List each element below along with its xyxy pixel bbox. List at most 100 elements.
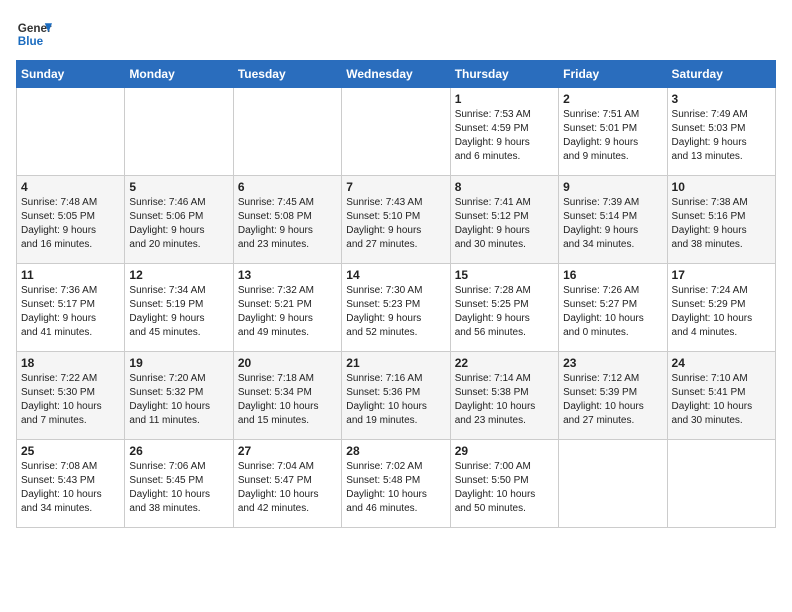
calendar-week-row: 18 Sunrise: 7:22 AM Sunset: 5:30 PM Dayli…: [17, 352, 776, 440]
day-number: 23: [563, 356, 662, 370]
svg-text:Blue: Blue: [18, 35, 44, 48]
calendar-cell: 19 Sunrise: 7:20 AM Sunset: 5:32 PM Dayli…: [125, 352, 233, 440]
calendar-cell: 9 Sunrise: 7:39 AM Sunset: 5:14 PM Daylig…: [559, 176, 667, 264]
calendar-week-row: 4 Sunrise: 7:48 AM Sunset: 5:05 PM Daylig…: [17, 176, 776, 264]
day-info: Sunrise: 7:30 AM Sunset: 5:23 PM Dayligh…: [346, 284, 445, 340]
day-header-monday: Monday: [125, 61, 233, 88]
page-header: General Blue: [16, 16, 776, 52]
day-info: Sunrise: 7:39 AM Sunset: 5:14 PM Dayligh…: [563, 196, 662, 252]
day-number: 12: [129, 268, 228, 282]
calendar-cell: [125, 88, 233, 176]
calendar-cell: 10 Sunrise: 7:38 AM Sunset: 5:16 PM Dayli…: [667, 176, 775, 264]
calendar-cell: 27Sunrise: 7:04 AM Sunset: 5:47 PM Dayli…: [233, 440, 341, 528]
day-info: Sunrise: 7:20 AM Sunset: 5:32 PM Dayligh…: [129, 372, 228, 428]
calendar-cell: 13Sunrise: 7:32 AM Sunset: 5:21 PM Dayli…: [233, 264, 341, 352]
day-number: 4: [21, 180, 120, 194]
calendar-cell: 16 Sunrise: 7:26 AM Sunset: 5:27 PM Dayli…: [559, 264, 667, 352]
day-info: Sunrise: 7:46 AM Sunset: 5:06 PM Dayligh…: [129, 196, 228, 252]
day-number: 10: [672, 180, 771, 194]
day-info: Sunrise: 7:49 AM Sunset: 5:03 PM Dayligh…: [672, 108, 771, 164]
day-number: 5: [129, 180, 228, 194]
day-number: 26: [129, 444, 228, 458]
day-info: Sunrise: 7:22 AM Sunset: 5:30 PM Dayligh…: [21, 372, 120, 428]
day-info: Sunrise: 7:08 AM Sunset: 5:43 PM Dayligh…: [21, 460, 120, 516]
calendar-cell: 18 Sunrise: 7:22 AM Sunset: 5:30 PM Dayli…: [17, 352, 125, 440]
calendar-cell: 25 Sunrise: 7:08 AM Sunset: 5:43 PM Dayli…: [17, 440, 125, 528]
day-number: 24: [672, 356, 771, 370]
day-info: Sunrise: 7:14 AM Sunset: 5:38 PM Dayligh…: [455, 372, 554, 428]
calendar-cell: 21Sunrise: 7:16 AM Sunset: 5:36 PM Dayli…: [342, 352, 450, 440]
calendar-cell: 15 Sunrise: 7:28 AM Sunset: 5:25 PM Dayli…: [450, 264, 558, 352]
day-info: Sunrise: 7:28 AM Sunset: 5:25 PM Dayligh…: [455, 284, 554, 340]
day-header-thursday: Thursday: [450, 61, 558, 88]
day-info: Sunrise: 7:06 AM Sunset: 5:45 PM Dayligh…: [129, 460, 228, 516]
day-number: 14: [346, 268, 445, 282]
day-number: 9: [563, 180, 662, 194]
day-number: 11: [21, 268, 120, 282]
calendar-cell: [17, 88, 125, 176]
calendar-cell: [559, 440, 667, 528]
day-info: Sunrise: 7:26 AM Sunset: 5:27 PM Dayligh…: [563, 284, 662, 340]
calendar-cell: 12 Sunrise: 7:34 AM Sunset: 5:19 PM Dayli…: [125, 264, 233, 352]
calendar-cell: 3 Sunrise: 7:49 AM Sunset: 5:03 PM Daylig…: [667, 88, 775, 176]
calendar-cell: 2 Sunrise: 7:51 AM Sunset: 5:01 PM Daylig…: [559, 88, 667, 176]
day-number: 16: [563, 268, 662, 282]
logo-icon: General Blue: [16, 16, 52, 52]
day-info: Sunrise: 7:02 AM Sunset: 5:48 PM Dayligh…: [346, 460, 445, 516]
day-info: Sunrise: 7:38 AM Sunset: 5:16 PM Dayligh…: [672, 196, 771, 252]
calendar-cell: 1 Sunrise: 7:53 AM Sunset: 4:59 PM Daylig…: [450, 88, 558, 176]
day-number: 6: [238, 180, 337, 194]
calendar-cell: 22 Sunrise: 7:14 AM Sunset: 5:38 PM Dayli…: [450, 352, 558, 440]
day-info: Sunrise: 7:16 AM Sunset: 5:36 PM Dayligh…: [346, 372, 445, 428]
day-number: 22: [455, 356, 554, 370]
calendar-cell: 7 Sunrise: 7:43 AM Sunset: 5:10 PM Daylig…: [342, 176, 450, 264]
day-info: Sunrise: 7:10 AM Sunset: 5:41 PM Dayligh…: [672, 372, 771, 428]
day-info: Sunrise: 7:48 AM Sunset: 5:05 PM Dayligh…: [21, 196, 120, 252]
day-info: Sunrise: 7:32 AM Sunset: 5:21 PM Dayligh…: [238, 284, 337, 340]
day-number: 20: [238, 356, 337, 370]
day-number: 17: [672, 268, 771, 282]
day-header-tuesday: Tuesday: [233, 61, 341, 88]
day-info: Sunrise: 7:53 AM Sunset: 4:59 PM Dayligh…: [455, 108, 554, 164]
day-number: 15: [455, 268, 554, 282]
day-number: 2: [563, 92, 662, 106]
calendar-cell: 11Sunrise: 7:36 AM Sunset: 5:17 PM Dayli…: [17, 264, 125, 352]
calendar-cell: [667, 440, 775, 528]
day-header-sunday: Sunday: [17, 61, 125, 88]
calendar-cell: 8Sunrise: 7:41 AM Sunset: 5:12 PM Daylig…: [450, 176, 558, 264]
day-header-wednesday: Wednesday: [342, 61, 450, 88]
day-number: 29: [455, 444, 554, 458]
day-header-saturday: Saturday: [667, 61, 775, 88]
day-number: 18: [21, 356, 120, 370]
day-info: Sunrise: 7:18 AM Sunset: 5:34 PM Dayligh…: [238, 372, 337, 428]
calendar-week-row: 11Sunrise: 7:36 AM Sunset: 5:17 PM Dayli…: [17, 264, 776, 352]
calendar-cell: 23 Sunrise: 7:12 AM Sunset: 5:39 PM Dayli…: [559, 352, 667, 440]
calendar-cell: [233, 88, 341, 176]
day-number: 28: [346, 444, 445, 458]
day-number: 8: [455, 180, 554, 194]
day-info: Sunrise: 7:12 AM Sunset: 5:39 PM Dayligh…: [563, 372, 662, 428]
calendar-cell: 6 Sunrise: 7:45 AM Sunset: 5:08 PM Daylig…: [233, 176, 341, 264]
day-info: Sunrise: 7:24 AM Sunset: 5:29 PM Dayligh…: [672, 284, 771, 340]
day-number: 25: [21, 444, 120, 458]
day-number: 3: [672, 92, 771, 106]
calendar-cell: 28 Sunrise: 7:02 AM Sunset: 5:48 PM Dayli…: [342, 440, 450, 528]
day-number: 19: [129, 356, 228, 370]
calendar-week-row: 25 Sunrise: 7:08 AM Sunset: 5:43 PM Dayli…: [17, 440, 776, 528]
calendar-header-row: SundayMondayTuesdayWednesdayThursdayFrid…: [17, 61, 776, 88]
day-info: Sunrise: 7:34 AM Sunset: 5:19 PM Dayligh…: [129, 284, 228, 340]
day-number: 1: [455, 92, 554, 106]
calendar-cell: 4 Sunrise: 7:48 AM Sunset: 5:05 PM Daylig…: [17, 176, 125, 264]
day-info: Sunrise: 7:43 AM Sunset: 5:10 PM Dayligh…: [346, 196, 445, 252]
calendar-cell: 14 Sunrise: 7:30 AM Sunset: 5:23 PM Dayli…: [342, 264, 450, 352]
day-number: 7: [346, 180, 445, 194]
calendar-cell: 20 Sunrise: 7:18 AM Sunset: 5:34 PM Dayli…: [233, 352, 341, 440]
calendar-cell: 26 Sunrise: 7:06 AM Sunset: 5:45 PM Dayli…: [125, 440, 233, 528]
calendar-cell: 5 Sunrise: 7:46 AM Sunset: 5:06 PM Daylig…: [125, 176, 233, 264]
day-info: Sunrise: 7:51 AM Sunset: 5:01 PM Dayligh…: [563, 108, 662, 164]
calendar-cell: 17 Sunrise: 7:24 AM Sunset: 5:29 PM Dayli…: [667, 264, 775, 352]
day-info: Sunrise: 7:45 AM Sunset: 5:08 PM Dayligh…: [238, 196, 337, 252]
calendar-cell: [342, 88, 450, 176]
day-header-friday: Friday: [559, 61, 667, 88]
logo: General Blue: [16, 16, 52, 52]
